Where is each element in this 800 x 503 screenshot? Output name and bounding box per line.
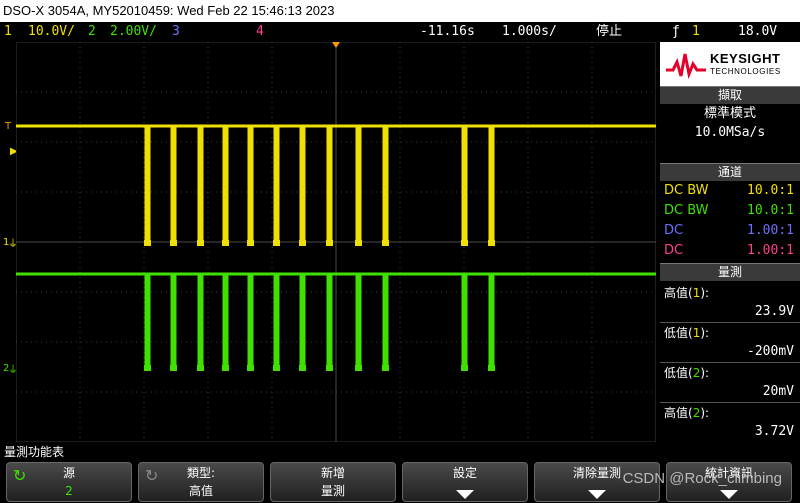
measurements-header: 量測 <box>660 263 800 281</box>
softkey-label: 設定 <box>452 466 477 480</box>
ch1-pulse-low <box>144 240 151 246</box>
ch4-probe: 1.00:1 <box>747 243 794 258</box>
ch3-probe: 1.00:1 <box>747 223 794 238</box>
ch2-pulse-low <box>170 365 177 371</box>
ch3-number[interactable]: 3 <box>172 22 180 42</box>
ch1-pulse-low <box>170 240 177 246</box>
softkey-label: 源 <box>62 466 75 480</box>
measurement-label: 低值(2): <box>664 366 710 380</box>
measurement-value-ch2-high: 3.72V <box>754 424 794 439</box>
brand-subtitle: TECHNOLOGIES <box>710 67 781 76</box>
acquisition-box[interactable]: 標準模式 10.0MSa/s <box>660 104 800 144</box>
ch1-pulse-low <box>273 240 280 246</box>
keysight-logo: KEYSIGHT TECHNOLOGIES <box>660 42 800 86</box>
ch2-number[interactable]: 2 <box>88 22 96 42</box>
acquisition-header: 擷取 <box>660 86 800 104</box>
ch2-pulse-low <box>299 365 306 371</box>
acquisition-mode: 標準模式 <box>703 106 756 121</box>
ch1-pulse-low <box>197 240 204 246</box>
settings-softkey[interactable]: 設定 <box>402 462 528 502</box>
ch2-pulse-low <box>247 365 254 371</box>
trigger-source[interactable]: 1 <box>692 22 700 42</box>
ch1-pulse-low <box>222 240 229 246</box>
softkey-label-2: 量測 <box>320 484 345 498</box>
channels-box[interactable]: DC BW 10.0:1 DC BW 10.0:1 DC 1.00:1 DC 1… <box>660 181 800 263</box>
sample-rate: 10.0MSa/s <box>694 125 766 140</box>
measurement-value-ch1-high: 23.9V <box>754 304 794 319</box>
run-state[interactable]: 停止 <box>596 22 622 42</box>
ch2-pulse-low <box>461 365 468 371</box>
channel-marker-track: T ▶ 1 ⏚ 2 ⏚ <box>0 42 18 442</box>
measurement-label: 高值(1): <box>664 286 710 300</box>
softkey-label: 類型: <box>186 466 216 480</box>
ch2-pulse-low <box>222 365 229 371</box>
measurement-value-ch1-low: -200mV <box>747 344 794 359</box>
ch1-number[interactable]: 1 <box>4 22 12 42</box>
ch2-scale[interactable]: 2.00V/ <box>110 22 157 42</box>
ch2-pulse-low <box>326 365 333 371</box>
ch1-pulse-low <box>355 240 362 246</box>
softkey-value: 2 <box>65 484 73 498</box>
ch1-probe: 10.0:1 <box>747 183 794 198</box>
ch1-coupling: DC BW <box>664 183 709 198</box>
type-softkey[interactable]: ↻ 類型: 高值 <box>138 462 264 502</box>
softkey-menu-title: 量測功能表 <box>0 444 800 460</box>
ch2-pulse-low <box>197 365 204 371</box>
divider <box>660 362 800 363</box>
trigger-level[interactable]: 18.0V <box>738 22 777 42</box>
measurement-label: 高值(2): <box>664 406 710 420</box>
ch1-pulse-low <box>326 240 333 246</box>
timebase-value[interactable]: 1.000s/ <box>502 22 557 42</box>
ch2-pulse-low <box>144 365 151 371</box>
status-bar: 1 10.0V/ 2 2.00V/ 3 4 -11.16s 1.000s/ 停止… <box>0 22 800 42</box>
keysight-wave-icon <box>666 53 706 80</box>
menu-title-text: 量測功能表 <box>4 445 65 459</box>
arrow-down-icon <box>720 490 738 499</box>
softkey-label: 新增 <box>320 466 345 480</box>
source-softkey[interactable]: ↻ 源 2 <box>6 462 132 502</box>
arrow-down-icon <box>588 490 606 499</box>
delay-value[interactable]: -11.16s <box>420 22 475 42</box>
ch3-coupling: DC <box>664 223 684 238</box>
ch4-number[interactable]: 4 <box>256 22 264 42</box>
ch1-scale[interactable]: 10.0V/ <box>28 22 75 42</box>
trigger-slope-icon: ƒ <box>672 24 680 39</box>
divider <box>660 322 800 323</box>
right-info-panel: KEYSIGHT TECHNOLOGIES 擷取 標準模式 10.0MSa/s … <box>660 42 800 442</box>
ch2-probe: 10.0:1 <box>747 203 794 218</box>
ch1-pulse-low <box>299 240 306 246</box>
ch1-pulse-low <box>382 240 389 246</box>
ch2-pulse-low <box>488 365 495 371</box>
brand-name: KEYSIGHT <box>710 51 781 66</box>
measurements-box[interactable]: 高值(1): 23.9V 低值(1): -200mV 低值(2): 20mV 高… <box>660 281 800 442</box>
ch2-pulse-low <box>382 365 389 371</box>
measurement-label: 低值(1): <box>664 326 710 340</box>
title-bar: DSO-X 3054A, MY52010459: Wed Feb 22 15:4… <box>0 0 800 22</box>
divider <box>660 402 800 403</box>
waveform-display[interactable] <box>16 42 656 442</box>
channels-header: 通道 <box>660 163 800 181</box>
measurement-value-ch2-low: 20mV <box>762 384 794 399</box>
add-measurement-softkey[interactable]: 新增 量測 <box>270 462 396 502</box>
trigger-level-marker[interactable]: T <box>5 122 11 132</box>
ch2-coupling: DC BW <box>664 203 709 218</box>
arrow-down-icon <box>456 490 474 499</box>
ch4-coupling: DC <box>664 243 684 258</box>
ch1-pulse-low <box>247 240 254 246</box>
ch2-pulse-low <box>355 365 362 371</box>
ch1-pulse-low <box>488 240 495 246</box>
watermark: CSDN @Rock_climbing <box>622 470 782 487</box>
ch2-pulse-low <box>273 365 280 371</box>
ch1-pulse-low <box>461 240 468 246</box>
title-text: DSO-X 3054A, MY52010459: Wed Feb 22 15:4… <box>3 3 335 18</box>
softkey-value: 高值 <box>188 484 213 498</box>
